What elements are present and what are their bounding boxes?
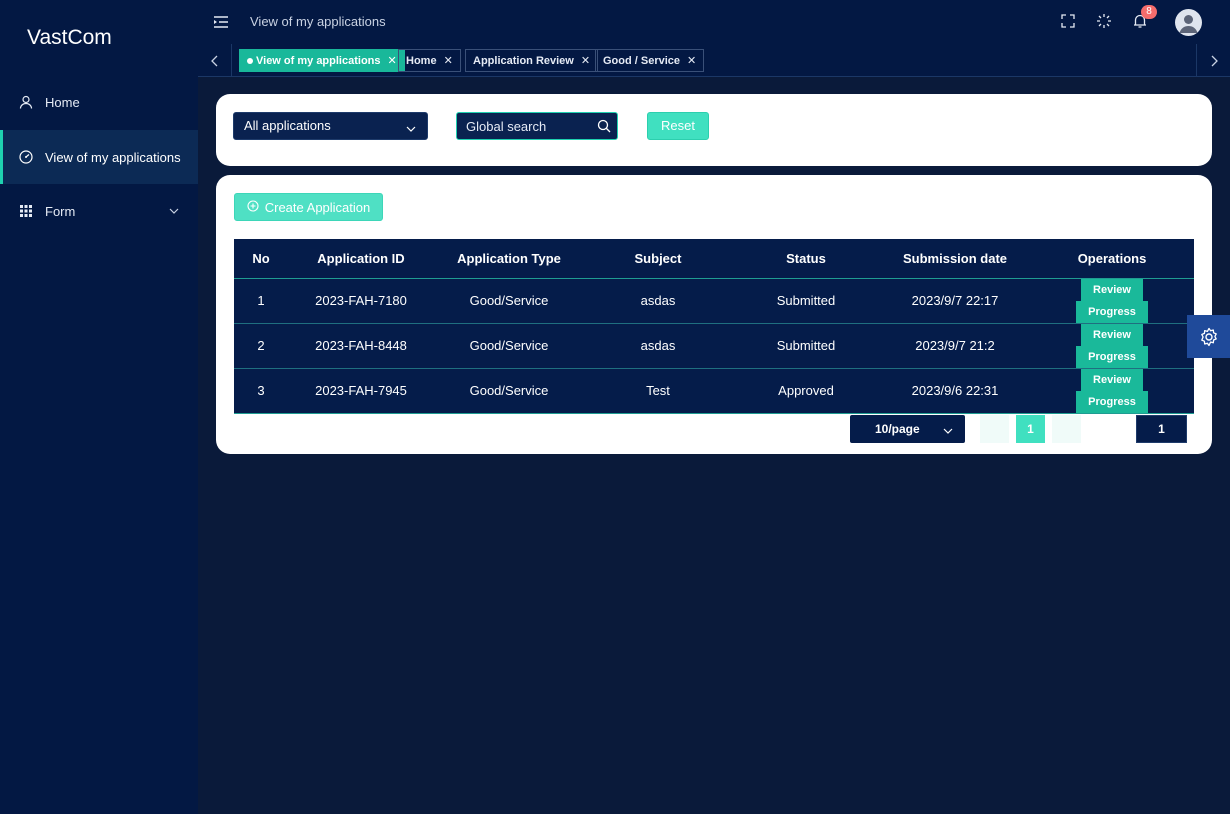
- page-title: View of my applications: [250, 14, 386, 29]
- column-header: No: [234, 239, 288, 279]
- sidebar-item-label: Form: [45, 203, 76, 219]
- column-header: Application Type: [434, 239, 584, 279]
- chevron-down-icon: [406, 122, 416, 137]
- sidebar: VastCom Home View of my applications For…: [0, 0, 198, 814]
- tab-home[interactable]: Home ✕: [398, 49, 461, 72]
- filter-card: All applications Reset: [216, 94, 1212, 166]
- chevron-left-icon: [210, 55, 217, 66]
- avatar[interactable]: [1175, 9, 1202, 36]
- review-button[interactable]: Review: [1081, 323, 1143, 346]
- cell-type: Good/Service: [434, 323, 584, 369]
- cell-type: Good/Service: [434, 368, 584, 414]
- cell-date: 2023/9/6 22:31: [880, 368, 1030, 414]
- review-button[interactable]: Review: [1081, 368, 1143, 391]
- cell-subject: asdas: [584, 278, 732, 324]
- page-number-current[interactable]: 1: [1016, 415, 1045, 443]
- prev-page-button[interactable]: [980, 415, 1009, 443]
- tabs-scroll-right[interactable]: [1196, 44, 1230, 77]
- cell-no: 1: [234, 278, 288, 324]
- progress-button[interactable]: Progress: [1076, 345, 1148, 368]
- column-header: Submission date: [880, 239, 1030, 279]
- cell-status: Submitted: [732, 278, 880, 324]
- cell-date: 2023/9/7 22:17: [880, 278, 1030, 324]
- loading-icon[interactable]: [1096, 13, 1112, 29]
- table-row: 2 2023-FAH-8448 Good/Service asdas Submi…: [234, 323, 1194, 369]
- notification-badge: 8: [1141, 5, 1157, 19]
- column-header: Status: [732, 239, 880, 279]
- search-icon[interactable]: [597, 119, 611, 138]
- tab-label: Application Review: [473, 54, 574, 67]
- close-icon[interactable]: ✕: [687, 54, 696, 67]
- tab-label: Good / Service: [603, 54, 681, 67]
- sidebar-item-label: Home: [45, 94, 80, 110]
- app-logo: VastCom: [27, 26, 112, 49]
- chevron-down-icon: [943, 425, 953, 439]
- cell-subject: asdas: [584, 323, 732, 369]
- search-input[interactable]: [457, 113, 592, 140]
- plus-circle-icon: [247, 199, 259, 215]
- cell-date: 2023/9/7 21:2: [880, 323, 1030, 369]
- progress-button[interactable]: Progress: [1076, 300, 1148, 323]
- progress-button[interactable]: Progress: [1076, 390, 1148, 413]
- sidebar-item-form[interactable]: Form: [0, 184, 198, 238]
- menu-fold-icon[interactable]: [214, 15, 228, 29]
- cell-no: 2: [234, 323, 288, 369]
- table-row: 1 2023-FAH-7180 Good/Service asdas Submi…: [234, 278, 1194, 324]
- active-dot: [247, 57, 253, 64]
- page-jump-input[interactable]: 1: [1136, 415, 1187, 443]
- user-icon: [19, 95, 33, 109]
- select-value: All applications: [244, 118, 331, 133]
- sidebar-item-label: View of my applications: [45, 149, 181, 165]
- chevron-right-icon: [1211, 55, 1218, 66]
- sidebar-item-home[interactable]: Home: [0, 75, 198, 129]
- chevron-down-icon: [169, 204, 179, 219]
- tab-label: View of my applications: [256, 54, 381, 67]
- close-icon[interactable]: ✕: [444, 54, 453, 67]
- table-row: 3 2023-FAH-7945 Good/Service Test Approv…: [234, 368, 1194, 414]
- cell-operations: ReviewProgress: [1030, 323, 1194, 369]
- tabs-scroll-left[interactable]: [198, 44, 232, 77]
- tabs-bar: View of my applications ✕ Home ✕ Applica…: [198, 44, 1230, 77]
- application-filter-select[interactable]: All applications: [233, 112, 428, 140]
- cell-type: Good/Service: [434, 278, 584, 324]
- table-header-row: No Application ID Application Type Subje…: [234, 239, 1194, 279]
- cell-status: Approved: [732, 368, 880, 414]
- close-icon[interactable]: ✕: [581, 54, 590, 67]
- cell-id: 2023-FAH-7945: [288, 368, 434, 414]
- column-header: Operations: [1030, 239, 1194, 279]
- cell-id: 2023-FAH-8448: [288, 323, 434, 369]
- next-page-button[interactable]: [1052, 415, 1081, 443]
- tab-good-service[interactable]: Good / Service ✕: [595, 49, 705, 72]
- cell-operations: ReviewProgress: [1030, 368, 1194, 414]
- settings-drawer-toggle[interactable]: [1187, 315, 1230, 358]
- sidebar-item-applications[interactable]: View of my applications: [0, 130, 198, 184]
- tab-view-applications[interactable]: View of my applications ✕: [239, 49, 405, 72]
- cell-no: 3: [234, 368, 288, 414]
- cell-status: Submitted: [732, 323, 880, 369]
- page-size-select[interactable]: 10/page: [850, 415, 965, 443]
- tab-label: Home: [406, 54, 437, 67]
- global-search[interactable]: [456, 112, 618, 140]
- cell-subject: Test: [584, 368, 732, 414]
- reset-button[interactable]: Reset: [647, 112, 709, 140]
- create-application-button[interactable]: Create Application: [234, 193, 383, 221]
- table-card: Create Application No Application ID App…: [216, 175, 1212, 454]
- cell-operations: ReviewProgress: [1030, 278, 1194, 324]
- create-label: Create Application: [264, 199, 371, 215]
- review-button[interactable]: Review: [1081, 278, 1143, 301]
- fullscreen-icon[interactable]: [1060, 13, 1076, 29]
- applications-table: No Application ID Application Type Subje…: [234, 239, 1194, 414]
- dashboard-icon: [19, 150, 33, 164]
- gear-icon: [1200, 327, 1217, 346]
- column-header: Subject: [584, 239, 732, 279]
- grid-icon: [19, 204, 33, 218]
- column-header: Application ID: [288, 239, 434, 279]
- page-size-value: 10/page: [875, 422, 920, 436]
- tab-application-review[interactable]: Application Review ✕: [465, 49, 599, 72]
- top-header: View of my applications 8: [198, 0, 1230, 44]
- cell-id: 2023-FAH-7180: [288, 278, 434, 324]
- close-icon[interactable]: ✕: [388, 54, 397, 67]
